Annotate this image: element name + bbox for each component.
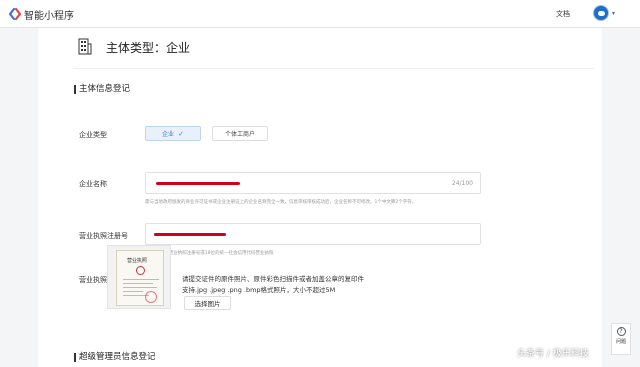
chevron-down-icon[interactable]: ▾	[612, 10, 615, 17]
company-name-hint: 需与当地政府颁发的商业许可证书或企业注册证上的企业名称完全一致，信息审核审核成功…	[145, 200, 417, 205]
upload-formats: 支持.jpg .jpeg .png .bmp格式照片，大小不超过5M	[182, 286, 336, 294]
app-logo-icon[interactable]	[8, 7, 22, 21]
docs-link[interactable]: 文档	[556, 9, 570, 19]
company-type-option-enterprise[interactable]: 企业 ✓	[145, 126, 201, 141]
license-photo-label: 营业执照	[79, 276, 107, 284]
option-label: 个体工商户	[224, 131, 255, 138]
help-button[interactable]: ? 问题	[611, 323, 631, 355]
brand-name[interactable]: 智能小程序	[24, 7, 74, 22]
license-thumbnail[interactable]: 营业执照	[107, 245, 171, 309]
help-label: 问题	[615, 339, 626, 345]
building-icon	[78, 38, 92, 55]
user-avatar[interactable]	[593, 5, 609, 21]
stamp-icon	[145, 291, 157, 303]
redacted-value	[156, 182, 240, 185]
license-number-label: 营业执照注册号	[79, 232, 128, 240]
section-title-admin: 超级管理员信息登记	[74, 353, 156, 362]
watermark: 头条号 / 极乐科技	[517, 349, 589, 359]
page-title: 主体类型：企业	[106, 41, 191, 55]
license-number-input[interactable]	[145, 223, 481, 245]
seal-icon	[136, 266, 145, 275]
company-name-label: 企业名称	[79, 180, 107, 188]
company-name-input[interactable]: 24/100	[145, 172, 481, 194]
company-type-label: 企业类型	[79, 131, 107, 139]
top-bar: 智能小程序 文档 ▾	[0, 0, 640, 28]
divider	[74, 68, 594, 69]
select-image-button[interactable]: 选择图片	[184, 296, 231, 310]
check-icon: ✓	[178, 129, 184, 138]
char-counter: 24/100	[451, 180, 473, 187]
redacted-value	[154, 233, 226, 236]
main-panel: 主体类型：企业 主体信息登记 企业类型 企业 ✓ 个体工商户 企业名称 24/1…	[38, 28, 602, 367]
question-icon: ?	[616, 327, 626, 336]
upload-requirements: 请提交证件的原件照片、原件彩色扫描件或者加盖公章的复印件	[182, 275, 364, 283]
license-thumb-title: 营业执照	[127, 258, 148, 264]
section-title-subject: 主体信息登记	[74, 85, 130, 94]
license-image: 营业执照	[116, 250, 164, 306]
option-label: 企业	[162, 131, 175, 138]
company-type-option-individual[interactable]: 个体工商户	[212, 126, 268, 141]
